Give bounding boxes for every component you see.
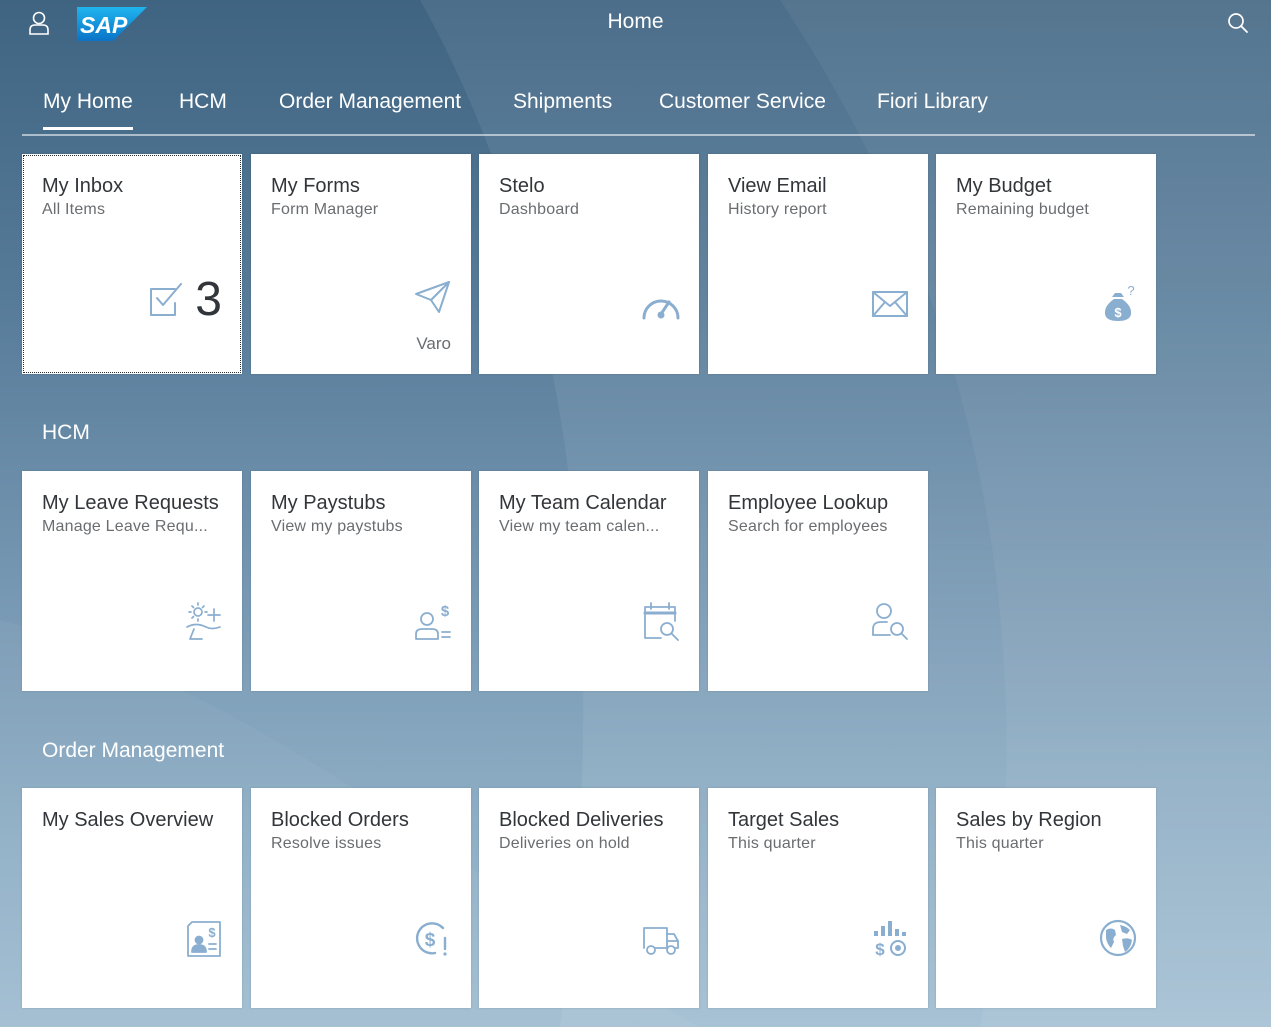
calendar-search-icon <box>643 602 679 641</box>
inbox-count: 3 <box>195 273 222 326</box>
sales-document-icon: $ <box>187 921 221 957</box>
tile-footer: Varo <box>416 334 451 353</box>
tile-my-team-calendar[interactable]: My Team Calendar View my team calen... <box>479 471 699 691</box>
tab-customer-service[interactable]: Customer Service <box>659 90 826 128</box>
tile-subtitle: History report <box>728 201 827 218</box>
search-button[interactable] <box>1222 8 1254 38</box>
tile-title: Employee Lookup <box>728 492 889 514</box>
tile-blocked-orders[interactable]: Blocked Orders Resolve issues $ <box>251 788 471 1008</box>
tile-title: Blocked Orders <box>271 809 409 831</box>
group-tab-bar: My Home HCM Order Management Shipments C… <box>22 82 1255 136</box>
tile-title: Sales by Region <box>956 809 1102 831</box>
tile-subtitle: Form Manager <box>271 201 379 218</box>
tab-order-management[interactable]: Order Management <box>279 90 461 128</box>
tile-title: Target Sales <box>728 809 840 831</box>
tile-employee-lookup[interactable]: Employee Lookup Search for employees <box>708 471 928 691</box>
tile-subtitle: All Items <box>42 201 106 218</box>
svg-text:$: $ <box>208 925 216 940</box>
tile-subtitle: View my paystubs <box>271 518 403 535</box>
sap-logo-text: SAP <box>80 12 128 38</box>
tile-my-paystubs[interactable]: My Paystubs View my paystubs $ <box>251 471 471 691</box>
tile-kpi: 3 <box>149 276 222 324</box>
paystub-icon: $ <box>415 603 451 640</box>
svg-text:?: ? <box>1127 284 1134 298</box>
tile-my-budget[interactable]: My Budget Remaining budget $ ? <box>936 154 1156 374</box>
target-sales-icon: $ <box>874 921 906 958</box>
tab-shipments[interactable]: Shipments <box>513 90 612 128</box>
task-icon <box>150 283 183 316</box>
vacation-icon <box>186 602 221 640</box>
tile-title: View Email <box>728 175 827 197</box>
tile-my-forms[interactable]: My Forms Form Manager Varo <box>251 154 471 374</box>
tile-title: My Paystubs <box>271 492 386 514</box>
tile-subtitle: Search for employees <box>728 518 888 535</box>
envelope-icon <box>872 291 908 317</box>
tab-my-home[interactable]: My Home <box>43 90 133 130</box>
svg-text:$: $ <box>425 930 436 951</box>
employee-lookup-icon <box>872 603 908 640</box>
tile-subtitle: Deliveries on hold <box>499 835 630 852</box>
svg-text:$: $ <box>1114 305 1122 320</box>
tile-title: My Inbox <box>42 175 124 197</box>
tile-subtitle: This quarter <box>728 835 816 852</box>
user-icon <box>29 11 49 35</box>
money-bag-icon: $ ? <box>1104 284 1135 321</box>
tile-my-leave-requests[interactable]: My Leave Requests Manage Leave Requ... <box>22 471 242 691</box>
blocked-money-icon: $ <box>415 922 447 956</box>
tab-fiori-library[interactable]: Fiori Library <box>877 90 988 128</box>
tile-subtitle: View my team calen... <box>499 518 660 535</box>
globe-icon <box>1099 919 1137 957</box>
shell-title: Home <box>607 10 664 33</box>
tile-view-email[interactable]: View Email History report <box>708 154 928 374</box>
tile-stelo[interactable]: Stelo Dashboard <box>479 154 699 374</box>
tile-title: My Sales Overview <box>42 809 214 831</box>
tile-title: Stelo <box>499 175 545 197</box>
tile-title: My Team Calendar <box>499 492 667 514</box>
shell-bar: SAP Home <box>0 0 1271 46</box>
delivery-truck-icon <box>643 927 679 955</box>
sap-logo[interactable]: SAP <box>77 7 147 41</box>
paper-plane-icon <box>415 281 450 313</box>
search-icon <box>1228 13 1248 33</box>
svg-text:$: $ <box>441 603 450 620</box>
tile-title: My Forms <box>271 175 360 197</box>
tile-blocked-deliveries[interactable]: Blocked Deliveries Deliveries on hold <box>479 788 699 1008</box>
user-profile-button[interactable] <box>22 8 56 38</box>
tile-subtitle: This quarter <box>956 835 1044 852</box>
tab-hcm[interactable]: HCM <box>179 90 227 128</box>
tile-subtitle: Remaining budget <box>956 201 1090 218</box>
tile-title: Blocked Deliveries <box>499 809 664 831</box>
group-title-hcm: HCM <box>42 421 90 444</box>
tile-subtitle: Resolve issues <box>271 835 382 852</box>
tile-sales-by-region[interactable]: Sales by Region This quarter <box>936 788 1156 1008</box>
tile-subtitle: Dashboard <box>499 201 580 218</box>
speedometer-icon <box>642 299 680 320</box>
tile-my-inbox[interactable]: My Inbox All Items 3 <box>22 154 242 374</box>
tile-title: My Leave Requests <box>42 492 219 514</box>
tile-target-sales[interactable]: Target Sales This quarter $ <box>708 788 928 1008</box>
tile-subtitle: Manage Leave Requ... <box>42 518 208 535</box>
tile-title: My Budget <box>956 175 1052 197</box>
group-title-order-management: Order Management <box>42 739 225 762</box>
svg-text:$: $ <box>875 940 885 958</box>
tile-my-sales-overview[interactable]: My Sales Overview $ <box>22 788 242 1008</box>
